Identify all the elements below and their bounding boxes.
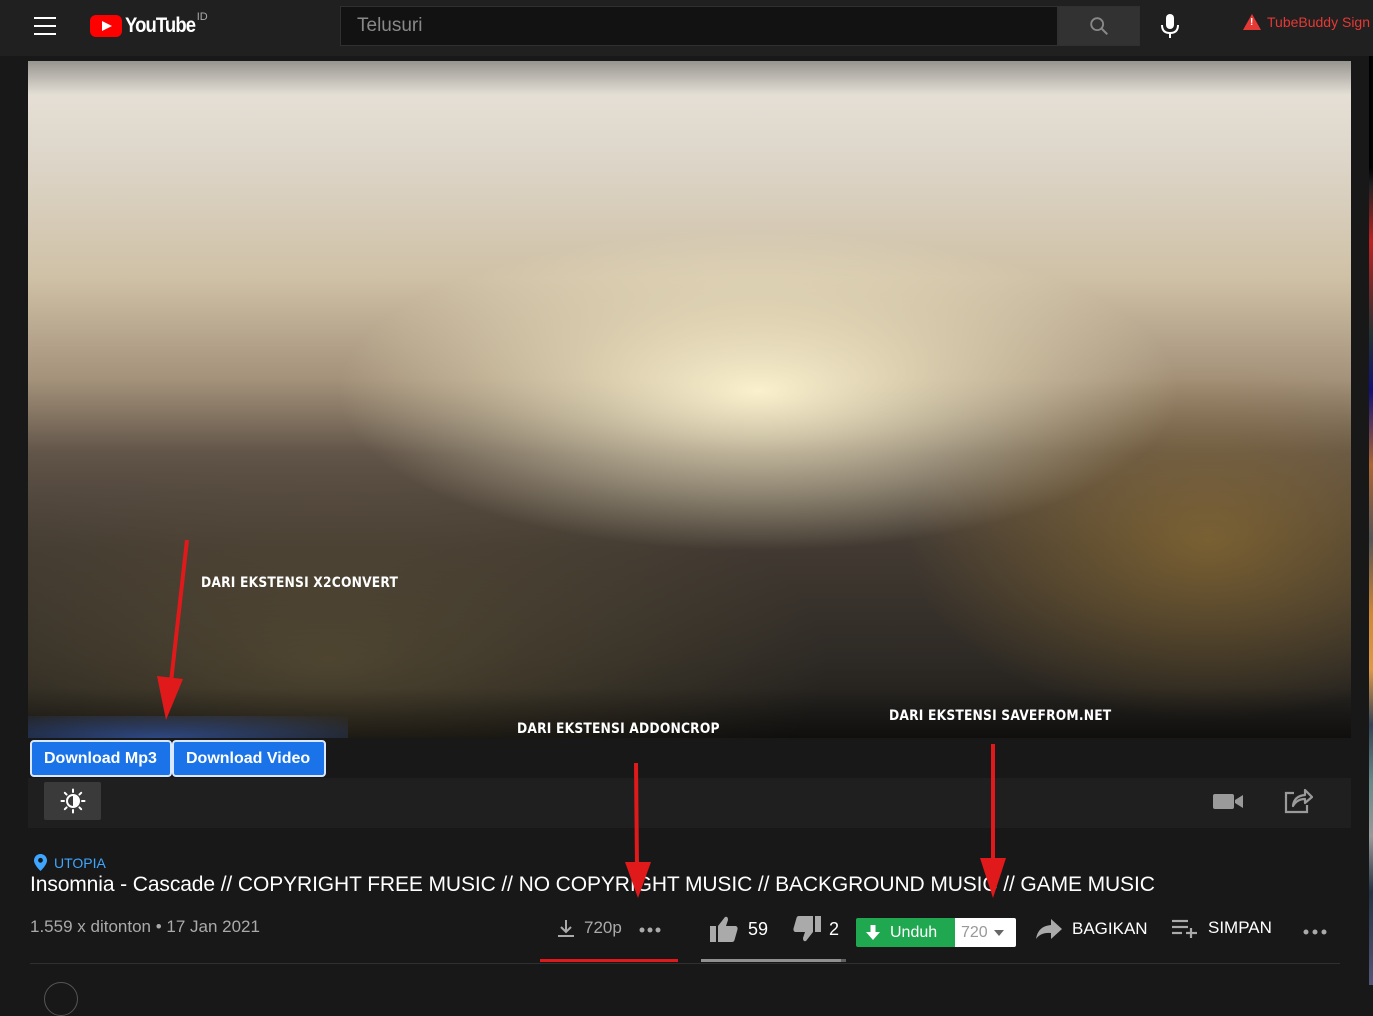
dark-mode-toggle[interactable]	[44, 782, 101, 820]
dislike-count: 2	[829, 918, 840, 939]
divider	[30, 963, 1340, 964]
dislike-button[interactable]: 2	[792, 915, 839, 943]
share-label: BAGIKAN	[1072, 919, 1148, 938]
sidebar-thumbnails-edge[interactable]	[1369, 56, 1373, 985]
unduh-label: Unduh	[890, 923, 938, 941]
video-player[interactable]	[28, 61, 1351, 738]
microphone-icon	[1161, 14, 1179, 38]
export-button[interactable]	[1282, 786, 1314, 816]
download-video-button[interactable]: Download Video	[172, 740, 326, 777]
youtube-play-icon	[90, 15, 122, 37]
extension-toolbar	[28, 778, 1351, 828]
channel-avatar[interactable]	[44, 982, 78, 1016]
search-icon	[1090, 17, 1108, 35]
annotation-savefrom: DARI EKSTENSI SAVEFROM.NET	[889, 708, 1112, 724]
more-horizontal-icon	[1303, 929, 1327, 935]
more-actions-button[interactable]	[1300, 920, 1330, 944]
record-button[interactable]	[1211, 787, 1245, 815]
video-camera-icon	[1213, 794, 1243, 809]
annotation-addoncrop: DARI EKSTENSI ADDONCROP	[517, 721, 720, 737]
logo-text: YouTube	[125, 14, 196, 37]
tubebuddy-label: TubeBuddy Sign	[1267, 14, 1370, 30]
savefrom-quality-select[interactable]: 720	[955, 918, 1016, 947]
download-arrow-icon	[866, 924, 880, 940]
more-horizontal-icon	[639, 927, 661, 933]
save-button[interactable]: SIMPAN	[1171, 917, 1272, 939]
voice-search-button[interactable]	[1154, 8, 1186, 44]
country-code: ID	[196, 11, 208, 23]
sentiment-bar	[701, 959, 846, 962]
addoncrop-quality: 720p	[584, 918, 622, 937]
tubebuddy-signin[interactable]: TubeBuddy Sign	[1243, 14, 1370, 30]
share-arrow-icon	[1036, 919, 1062, 939]
search-box	[340, 6, 1058, 46]
annotation-x2convert: DARI EKSTENSI X2CONVERT	[201, 575, 399, 591]
thumbs-down-icon	[793, 916, 821, 942]
savefrom-quality-value: 720	[961, 923, 988, 941]
location-pin-icon	[34, 854, 47, 871]
thumbs-up-icon	[710, 916, 738, 942]
location-link[interactable]: UTOPIA	[34, 854, 106, 871]
brightness-icon	[60, 788, 85, 814]
share-button[interactable]: BAGIKAN	[1035, 917, 1148, 941]
savefrom-download-button[interactable]: Unduh	[856, 918, 955, 947]
addoncrop-underline	[540, 959, 678, 962]
addoncrop-more-button[interactable]	[637, 918, 663, 942]
addoncrop-download-button[interactable]: 720p	[556, 918, 622, 938]
search-input[interactable]	[341, 7, 1057, 45]
warning-icon	[1243, 14, 1261, 30]
video-meta: 1.559 x ditonton • 17 Jan 2021	[30, 917, 260, 936]
share-box-icon	[1284, 788, 1313, 814]
chevron-down-icon	[993, 929, 1004, 936]
youtube-logo[interactable]: YouTube ID	[90, 11, 208, 39]
video-title: Insomnia - Cascade // COPYRIGHT FREE MUS…	[30, 873, 1155, 896]
download-mp3-button[interactable]: Download Mp3	[30, 740, 172, 777]
location-label: UTOPIA	[54, 854, 106, 871]
menu-icon[interactable]	[34, 17, 56, 35]
playlist-add-icon	[1172, 919, 1197, 938]
like-button[interactable]: 59	[709, 915, 768, 943]
download-icon	[558, 920, 574, 937]
search-button[interactable]	[1058, 6, 1140, 46]
progress-bar[interactable]	[28, 716, 348, 738]
sentiment-fill	[701, 959, 842, 962]
like-count: 59	[748, 918, 769, 939]
save-label: SIMPAN	[1208, 918, 1272, 937]
